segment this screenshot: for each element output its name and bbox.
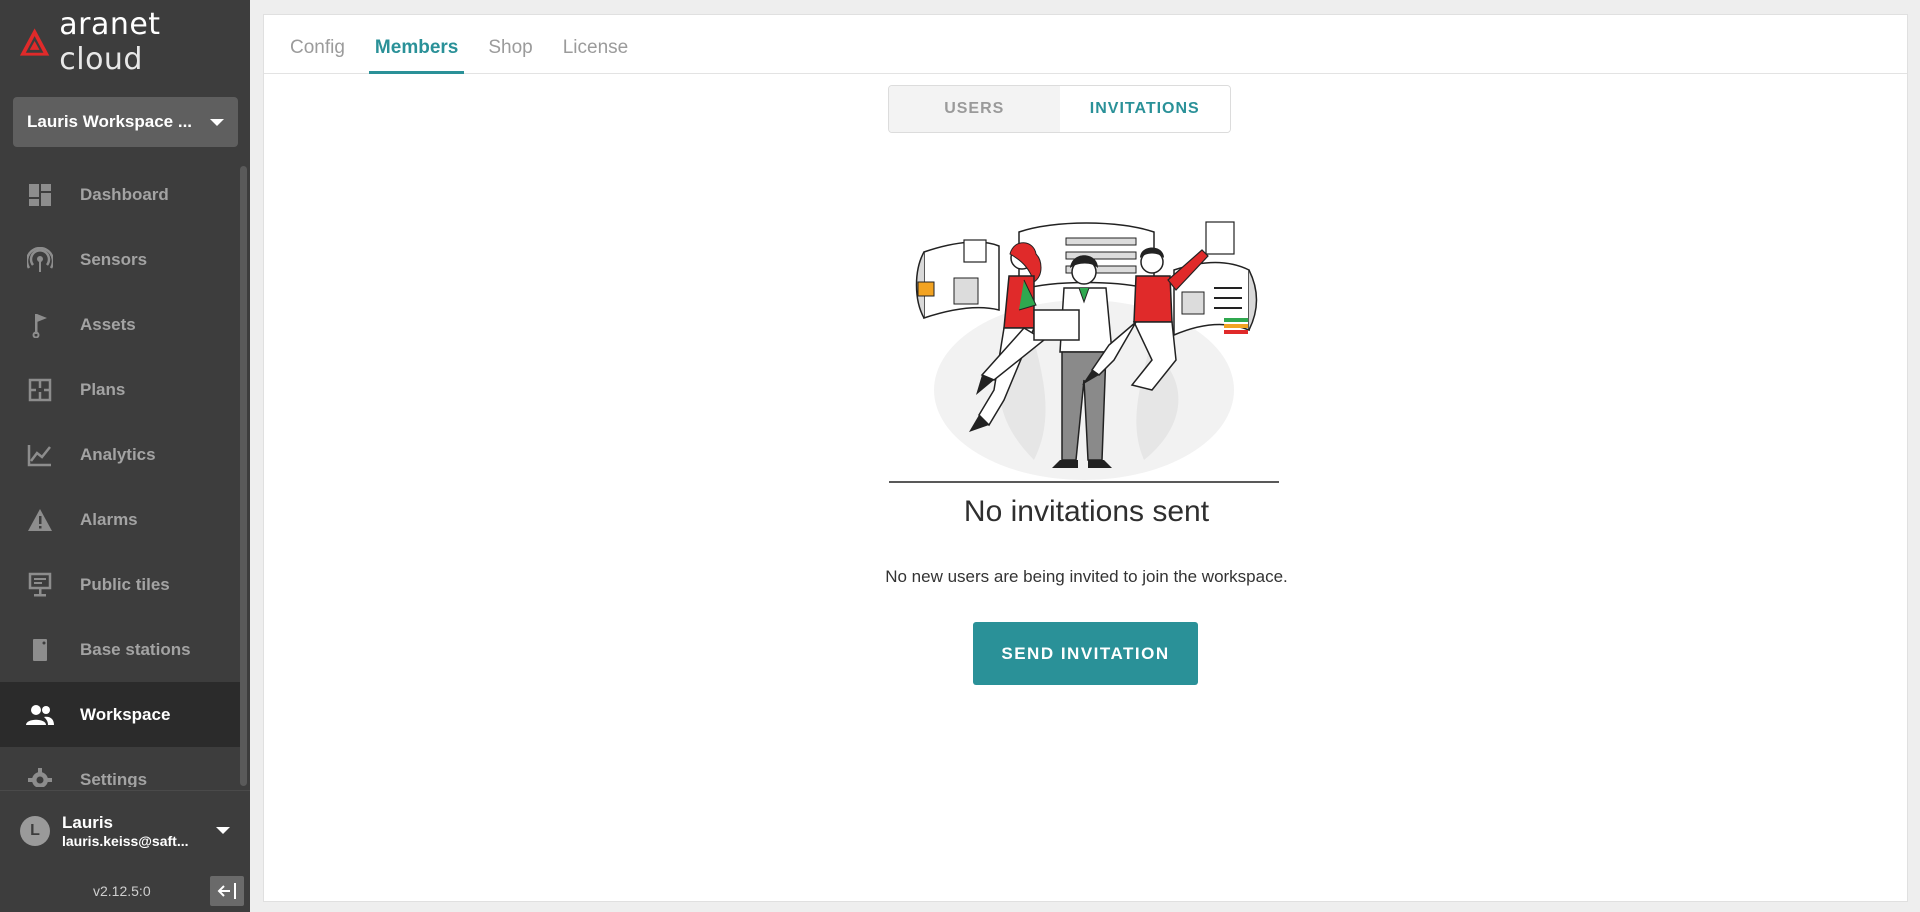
user-info: Lauris lauris.keiss@saft... xyxy=(62,813,216,849)
sidebar-item-label: Workspace xyxy=(80,704,171,724)
sidebar-item-label: Dashboard xyxy=(80,184,169,204)
logo-text: aranet cloud xyxy=(59,7,161,77)
user-menu[interactable]: L Lauris lauris.keiss@saft... xyxy=(0,790,250,870)
sidebar-item-label: Analytics xyxy=(80,444,156,464)
users-toggle-button[interactable]: USERS xyxy=(889,86,1060,132)
send-invitation-button[interactable]: SEND INVITATION xyxy=(973,622,1198,685)
collapse-sidebar-button[interactable] xyxy=(210,876,244,906)
user-name: Lauris xyxy=(62,812,114,832)
workspace-select[interactable]: Lauris Workspace ... xyxy=(13,97,238,147)
people-icon xyxy=(26,701,54,729)
sidebar-item-base-stations[interactable]: Base stations xyxy=(0,617,240,682)
collapse-arrow-icon xyxy=(217,883,236,899)
sensors-icon xyxy=(26,246,54,274)
chevron-down-icon xyxy=(216,827,230,834)
sidebar-item-public-tiles[interactable]: Public tiles xyxy=(0,552,240,617)
sidebar-nav: Dashboard Sensors Assets Plans Analytics xyxy=(0,162,240,787)
app-logo[interactable]: aranet cloud xyxy=(18,7,250,77)
sidebar-item-plans[interactable]: Plans xyxy=(0,357,240,422)
tab-bar: Config Members Shop License xyxy=(264,15,1907,74)
sidebar-item-sensors[interactable]: Sensors xyxy=(0,227,240,292)
sidebar-item-workspace[interactable]: Workspace xyxy=(0,682,240,747)
sidebar-item-label: Public tiles xyxy=(80,574,170,594)
invitations-toggle-button[interactable]: INVITATIONS xyxy=(1059,86,1230,132)
flag-icon xyxy=(26,311,54,339)
empty-state-description: No new users are being invited to join t… xyxy=(885,567,1288,586)
sidebar-item-label: Plans xyxy=(80,379,126,399)
members-view-toggle: USERS INVITATIONS xyxy=(888,85,1231,133)
warning-icon xyxy=(26,506,54,534)
main-card: Config Members Shop License USERS INVITA… xyxy=(263,14,1908,902)
sidebar-scrollbar[interactable] xyxy=(240,166,247,786)
app-version: v2.12.5:0 xyxy=(93,883,151,899)
gear-icon xyxy=(26,766,54,787)
sidebar-item-analytics[interactable]: Analytics xyxy=(0,422,240,487)
floorplan-icon xyxy=(26,376,54,404)
chart-line-icon xyxy=(26,441,54,469)
empty-state-title: No invitations sent xyxy=(963,495,1210,528)
sidebar-item-label: Alarms xyxy=(80,509,138,529)
empty-state-illustration xyxy=(889,221,1279,483)
sidebar-item-label: Settings xyxy=(80,769,148,788)
sidebar: aranet cloud Lauris Workspace ... Dashbo… xyxy=(0,0,250,912)
monitor-icon xyxy=(26,571,54,599)
chevron-down-icon xyxy=(210,118,224,126)
tab-members[interactable]: Members xyxy=(368,37,465,74)
tab-config[interactable]: Config xyxy=(284,37,351,73)
sidebar-item-assets[interactable]: Assets xyxy=(0,292,240,357)
sidebar-item-label: Assets xyxy=(80,314,136,334)
sidebar-item-dashboard[interactable]: Dashboard xyxy=(0,162,240,227)
tab-license[interactable]: License xyxy=(557,37,635,73)
sidebar-item-alarms[interactable]: Alarms xyxy=(0,487,240,552)
sidebar-item-settings[interactable]: Settings xyxy=(0,747,240,787)
avatar: L xyxy=(20,815,50,846)
sidebar-item-label: Sensors xyxy=(80,249,148,269)
dashboard-icon xyxy=(26,181,54,209)
user-email: lauris.keiss@saft... xyxy=(62,832,189,849)
router-icon xyxy=(26,636,54,664)
tab-shop[interactable]: Shop xyxy=(482,37,538,73)
sidebar-item-label: Base stations xyxy=(80,639,191,659)
aranet-logo-icon xyxy=(19,28,50,56)
workspace-select-label: Lauris Workspace ... xyxy=(27,112,193,131)
